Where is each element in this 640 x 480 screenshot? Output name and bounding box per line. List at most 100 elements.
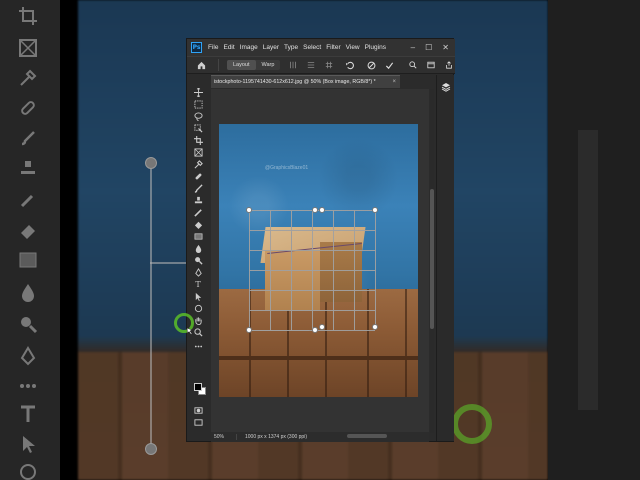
workspace-icon[interactable] [426,60,436,70]
ellipse-icon[interactable] [192,303,204,314]
layers-icon[interactable] [440,81,452,93]
background-right-panel [548,0,640,480]
split-cross-icon[interactable] [324,60,334,70]
transform-handle-bottom-left[interactable] [246,327,252,333]
move-icon[interactable] [192,87,204,98]
quick-mask-icon[interactable] [192,405,204,416]
object-select-icon[interactable] [192,123,204,134]
screen-mode-icon[interactable] [192,417,204,428]
horizontal-scroll-thumb[interactable] [347,434,387,438]
minimize-button[interactable]: – [411,43,415,52]
box-side [320,242,362,302]
home-icon[interactable] [194,58,208,72]
menu-layer[interactable]: Layer [263,44,279,51]
document-canvas[interactable]: @GraphicsBlaze01 [219,124,418,397]
foreground-color-swatch[interactable] [194,383,202,391]
reset-icon[interactable] [344,60,354,70]
stamp-icon[interactable] [192,195,204,206]
menu-plugins[interactable]: Plugins [365,44,386,51]
menu-type[interactable]: Type [284,44,298,51]
bg-transform-line [150,262,186,264]
bg-dodge-icon [18,314,38,334]
bg-dots-icon [18,376,38,396]
transform-edge-right [375,210,376,330]
crop-icon[interactable] [192,135,204,146]
bg-crop-icon [18,6,38,26]
zoom-level[interactable]: 50% [211,434,237,440]
transform-handle-bottom-mid-right[interactable] [319,324,325,330]
layout-button[interactable]: Layout [227,60,256,70]
vertical-scroll-thumb[interactable] [430,189,434,329]
type-icon[interactable]: T [192,279,204,290]
warp-button[interactable]: Warp [256,60,281,70]
history-brush-icon[interactable] [192,207,204,218]
gradient-icon[interactable] [192,231,204,242]
split-mode-toggle: Layout Warp [227,60,281,70]
share-icon[interactable] [444,60,454,70]
more-tools-icon[interactable] [192,341,204,352]
document-info[interactable]: 1000 px x 1374 px (300 ppi) [237,434,307,440]
bg-history-brush-icon [18,190,38,210]
right-panel [436,75,454,441]
split-horizontal-icon[interactable] [306,60,316,70]
bg-path-select-icon [18,434,38,454]
bg-ellipse-icon [18,462,38,480]
split-vertical-icon[interactable] [288,60,298,70]
path-select-icon[interactable] [192,291,204,302]
maximize-button[interactable]: ☐ [425,43,432,52]
transform-handle-top-left[interactable] [246,207,252,213]
menu-view[interactable]: View [346,44,360,51]
bg-click-ring [452,404,492,444]
frame-icon[interactable] [192,147,204,158]
pen-icon[interactable] [192,267,204,278]
eyedropper-icon[interactable] [192,159,204,170]
photoshop-window: Ps File Edit Image Layer Type Select Fil… [186,38,455,442]
tools-panel: T [191,87,206,435]
menu-image[interactable]: Image [240,44,258,51]
plank-seam [405,289,407,397]
options-bar: Layout Warp [187,56,455,74]
status-bar: 50% 1000 px x 1374 px (300 ppi) [211,432,429,442]
separator [218,59,219,71]
close-tab-icon[interactable]: × [392,76,396,88]
menu-file[interactable]: File [208,44,218,51]
transform-handle-top-mid-left[interactable] [312,207,318,213]
bg-pen-icon [18,346,38,366]
plank-seam [325,289,327,397]
marquee-icon[interactable] [192,99,204,110]
bg-handle [145,443,157,455]
watermark-text: @GraphicsBlaze01 [265,165,309,171]
search-icon[interactable] [408,60,418,70]
transform-handle-bottom-right[interactable] [372,324,378,330]
bg-eraser-icon [18,220,38,240]
transform-grid-v [354,210,355,330]
bg-handle [145,157,157,169]
blur-icon[interactable] [192,243,204,254]
menu-filter[interactable]: Filter [326,44,340,51]
table-edge [219,356,418,360]
bg-brush-icon [18,128,38,148]
eraser-icon[interactable] [192,219,204,230]
transform-handle-top-mid-right[interactable] [319,207,325,213]
bg-stamp-icon [18,158,38,178]
dodge-icon[interactable] [192,255,204,266]
brush-icon[interactable] [192,183,204,194]
cancel-icon[interactable] [366,60,376,70]
bg-healing-icon [18,98,38,118]
menu-bar: Ps File Edit Image Layer Type Select Fil… [187,39,455,56]
bg-blur-icon [18,282,38,302]
menu-edit[interactable]: Edit [223,44,234,51]
lasso-icon[interactable] [192,111,204,122]
bg-type-icon [18,404,38,424]
close-button[interactable]: ✕ [442,43,449,52]
healing-icon[interactable] [192,171,204,182]
commit-check-icon[interactable] [384,60,394,70]
vertical-scrollbar[interactable] [430,89,434,433]
transform-handle-top-right[interactable] [372,207,378,213]
document-tab[interactable]: istockphoto-1195741430-612x612.jpg @ 50%… [211,75,400,88]
bg-transform-line [150,163,152,450]
menu-select[interactable]: Select [303,44,321,51]
transform-handle-bottom-mid-left[interactable] [312,327,318,333]
ps-logo-icon: Ps [191,42,202,53]
bg-frame-icon [18,38,38,58]
